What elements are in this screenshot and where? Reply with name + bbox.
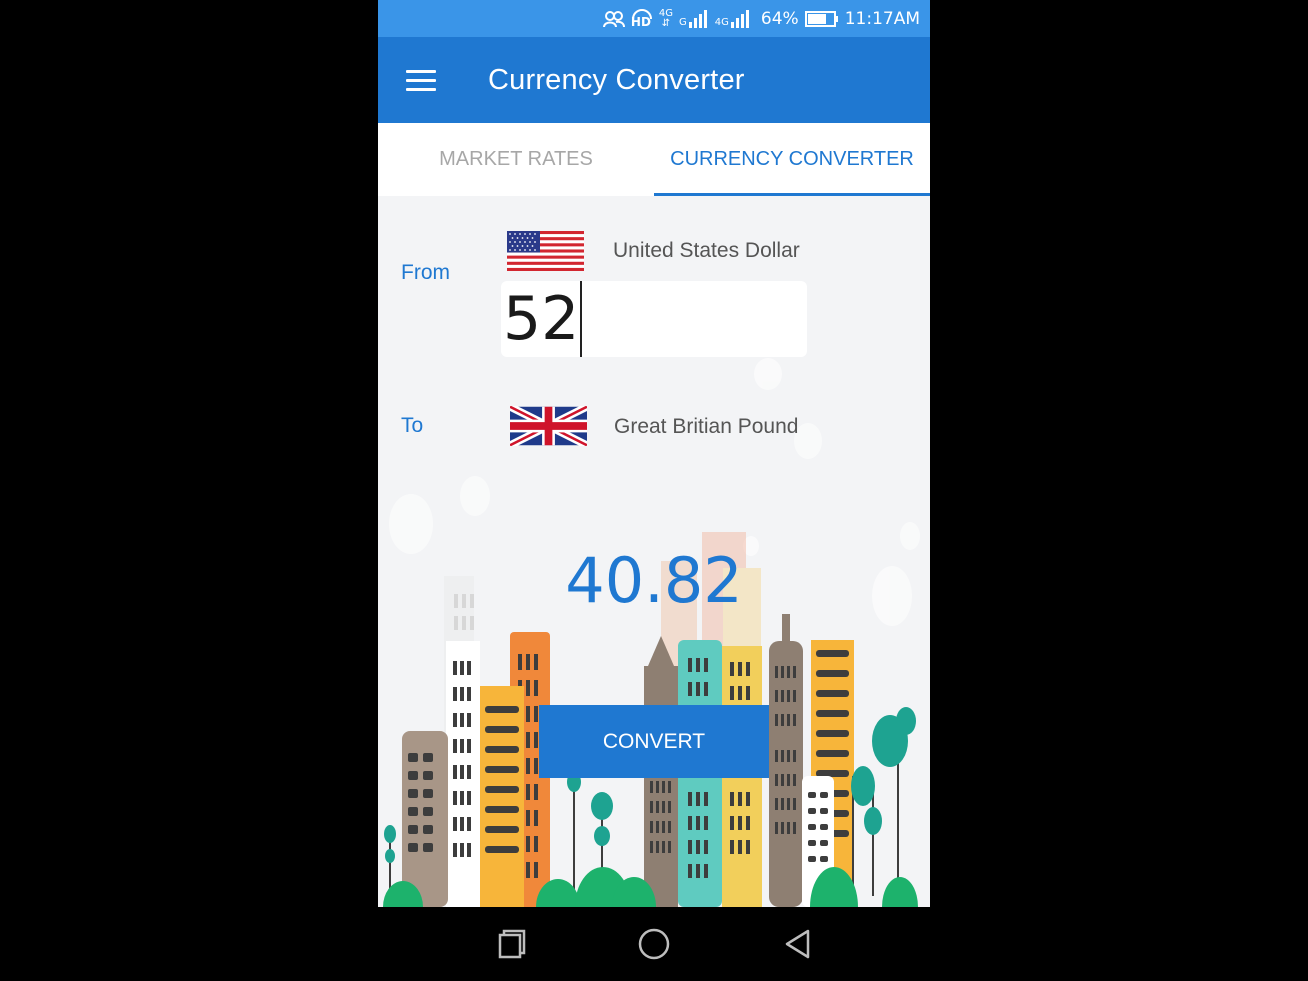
back-button[interactable] (778, 924, 818, 964)
recent-apps-button[interactable] (491, 924, 531, 964)
hamburger-menu-icon-bar (406, 79, 436, 82)
tab-currency-converter[interactable]: CURRENCY CONVERTER (654, 123, 930, 196)
from-label: From (401, 261, 450, 284)
home-button[interactable] (634, 924, 674, 964)
signal-icon-1: G (679, 10, 709, 28)
net1-text: 4G (658, 8, 674, 19)
battery-percent: 64% (760, 9, 799, 29)
amount-value: 52 (503, 284, 580, 354)
contacts-icon (602, 11, 625, 28)
hamburger-menu-icon (406, 70, 436, 73)
menu-button[interactable] (400, 62, 440, 98)
lte-icon: 4G ⇵ (658, 8, 674, 29)
phone-screen: HD 4G ⇵ G 4G 64% 11:17AM Currency Conver… (378, 0, 930, 907)
to-label: To (401, 414, 424, 437)
status-bar: HD 4G ⇵ G 4G 64% 11:17AM (378, 0, 930, 37)
to-currency-name[interactable]: Great Britian Pound (614, 415, 798, 439)
recent-apps-icon (498, 929, 526, 959)
hamburger-menu-icon-bar (406, 88, 436, 91)
tab-bar: MARKET RATES CURRENCY CONVERTER (378, 123, 930, 196)
tab-market-rates[interactable]: MARKET RATES (378, 123, 654, 196)
signal-icon-2: 4G (715, 10, 751, 28)
converted-result: 40.82 (565, 544, 743, 617)
text-caret (580, 281, 583, 357)
net3-text: 4G (714, 17, 729, 28)
hd-icon: HD (631, 8, 653, 30)
hd-text: HD (630, 15, 651, 29)
back-icon (785, 929, 810, 959)
system-nav-bar (0, 907, 1308, 981)
status-icons: HD 4G ⇵ G 4G 64% 11:17AM (602, 7, 920, 31)
net2-text: G (679, 17, 687, 28)
convert-button[interactable]: CONVERT (539, 705, 769, 778)
app-title: Currency Converter (488, 64, 745, 96)
amount-input[interactable]: 52 (501, 281, 807, 357)
clock: 11:17AM (844, 9, 920, 29)
from-currency-name[interactable]: United States Dollar (613, 239, 800, 263)
app-bar: Currency Converter (378, 37, 930, 123)
uk-flag-icon[interactable] (510, 406, 587, 446)
converter-panel: From United States Dollar 52 To Great Br… (378, 196, 930, 907)
battery-icon (804, 11, 838, 27)
us-flag-icon[interactable] (507, 231, 584, 271)
home-icon (638, 928, 670, 960)
